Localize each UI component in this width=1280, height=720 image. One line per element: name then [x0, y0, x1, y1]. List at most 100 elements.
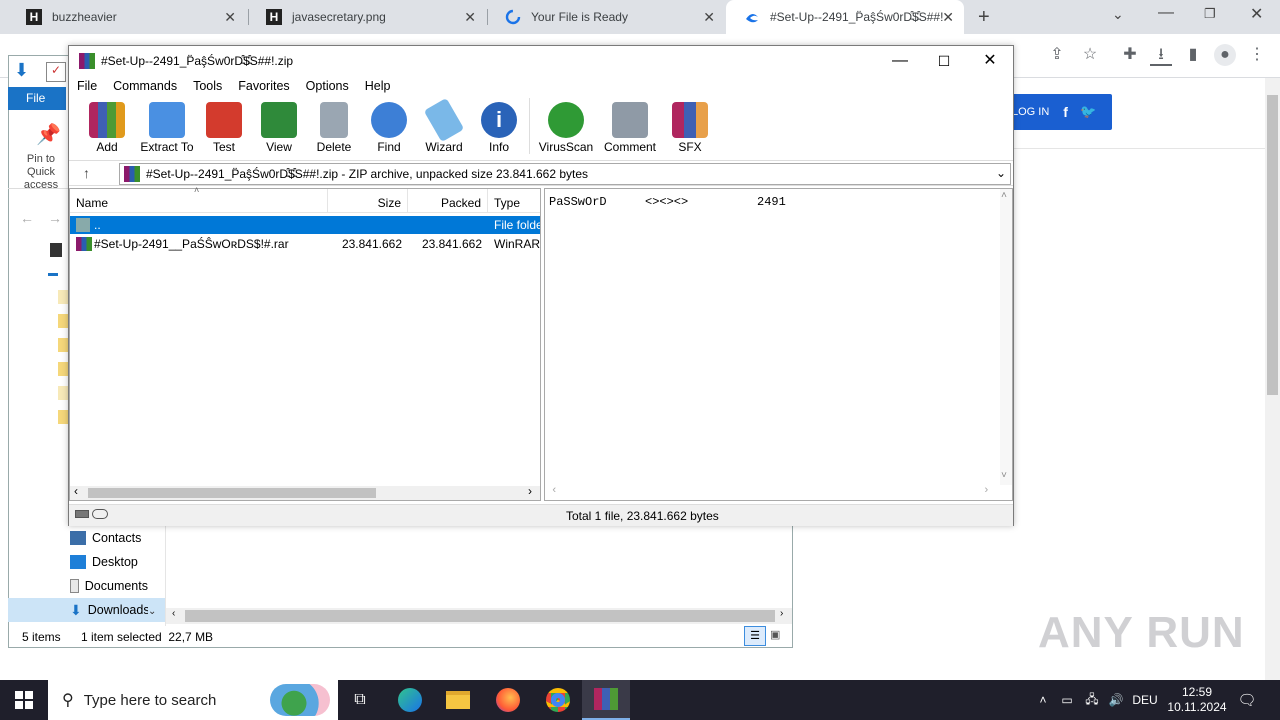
column-size[interactable]: Size: [328, 189, 408, 213]
scroll-left-icon[interactable]: ‹: [172, 608, 175, 619]
network-icon[interactable]: 🖧: [1082, 680, 1102, 720]
info-button[interactable]: i Info: [466, 98, 532, 158]
pin-to-quick-access[interactable]: Pin to Quick access: [14, 153, 68, 192]
restore-button[interactable]: ❐: [1204, 6, 1216, 22]
scroll-up-icon[interactable]: ˄: [1001, 191, 1007, 202]
input-language[interactable]: DEU: [1130, 680, 1160, 720]
nav-item-documents[interactable]: Documents: [70, 574, 148, 598]
page-scrollbar-thumb[interactable]: [1267, 95, 1278, 395]
scroll-left-icon[interactable]: ‹: [551, 485, 558, 497]
tab-search-chevron-icon[interactable]: ⌄: [1112, 6, 1124, 23]
clock-date: 10.11.2024: [1167, 700, 1227, 714]
status-total: Total 1 file, 23.841.662 bytes: [566, 509, 719, 523]
downloads-icon[interactable]: ⭳: [1150, 44, 1172, 66]
taskbar-clock[interactable]: 12:59 10.11.2024: [1164, 680, 1230, 720]
file-row-parent[interactable]: .. File folder: [70, 216, 540, 234]
login-button[interactable]: LOG IN f 🐦: [1002, 94, 1112, 130]
menu-commands[interactable]: Commands: [105, 79, 185, 93]
browser-tab-1[interactable]: H buzzheavier ✕: [8, 0, 246, 34]
forward-arrow-icon[interactable]: →: [48, 210, 62, 226]
toolbar-separator: [529, 98, 530, 154]
browser-tab-3[interactable]: Your File is Ready ✕: [487, 0, 725, 34]
tray-chevron-icon[interactable]: ˄: [1034, 680, 1052, 720]
minimize-button[interactable]: —: [1158, 4, 1174, 22]
ribbon-file-tab[interactable]: File: [8, 87, 66, 110]
new-tab-button[interactable]: +: [978, 6, 990, 29]
film-icon: [50, 243, 62, 257]
twitter-icon[interactable]: 🐦: [1080, 104, 1096, 120]
tab-close-icon[interactable]: ✕: [224, 9, 236, 26]
nav-item-downloads[interactable]: ⬇ Downloads: [70, 598, 148, 622]
menu-options[interactable]: Options: [298, 79, 357, 93]
file-row-rar[interactable]: #Set-Up-2491__PaŚŜwOʀDS$!#.rar 23.841.66…: [70, 235, 540, 253]
tab-close-icon[interactable]: ✕: [464, 9, 476, 26]
add-button[interactable]: Add: [74, 98, 140, 158]
profile-avatar-icon[interactable]: ●: [1214, 44, 1236, 66]
back-arrow-icon[interactable]: ←: [20, 210, 34, 226]
menu-favorites[interactable]: Favorites: [230, 79, 297, 93]
extensions-puzzle-icon[interactable]: ✚: [1119, 44, 1141, 66]
firefox-taskbar-icon[interactable]: [484, 680, 532, 720]
scroll-right-icon[interactable]: ›: [780, 608, 783, 619]
list-hscroll-thumb[interactable]: [88, 488, 376, 498]
menu-tools[interactable]: Tools: [185, 79, 230, 93]
column-type[interactable]: Type: [488, 189, 540, 213]
explorer-hscroll-thumb[interactable]: [185, 610, 775, 622]
comment-hscroll[interactable]: [545, 486, 1012, 500]
nav-item-contacts[interactable]: Contacts: [70, 526, 141, 550]
details-view-icon[interactable]: ☰: [744, 626, 766, 646]
file-name: #Set-Up-2491__PaŚŜwOʀDS$!#.rar: [94, 237, 289, 251]
nav-scroll-down-icon[interactable]: ⌄: [148, 606, 156, 617]
archive-path-field[interactable]: #Set-Up--2491_P̈aş̂Św0rD̵͒$̵͒S##!.zip - …: [119, 163, 1011, 185]
bookmark-star-icon[interactable]: ☆: [1079, 44, 1101, 66]
loading-spinner-icon: [505, 9, 521, 25]
task-view-icon[interactable]: ⧉: [336, 680, 384, 720]
info-icon: i: [481, 102, 517, 138]
folder-icon: [58, 410, 68, 424]
side-panel-icon[interactable]: ▮: [1182, 44, 1204, 66]
menu-help[interactable]: Help: [357, 79, 399, 93]
winrar-minimize-button[interactable]: —: [877, 46, 923, 76]
tiles-view-icon[interactable]: ▣: [770, 628, 780, 641]
scroll-right-icon[interactable]: ›: [528, 484, 532, 498]
scroll-down-icon[interactable]: ˅: [1001, 471, 1007, 482]
tab-close-icon[interactable]: ✕: [703, 9, 715, 26]
winrar-close-button[interactable]: ✕: [967, 46, 1013, 76]
menu-file[interactable]: File: [69, 79, 105, 93]
comment-vscroll[interactable]: [1000, 189, 1012, 485]
chrome-menu-icon[interactable]: ⋮: [1246, 44, 1268, 66]
notifications-icon[interactable]: 🗨: [1236, 680, 1258, 720]
winrar-taskbar-icon[interactable]: [582, 680, 630, 720]
tab-title: Your File is Ready: [531, 10, 628, 24]
column-packed[interactable]: Packed: [408, 189, 488, 213]
browser-tab-4[interactable]: #Set-Up--2491_P̈aş̂Św0rD̵͒$̵͒S##! ✕: [726, 0, 964, 34]
path-dropdown-icon[interactable]: ⌄: [996, 166, 1006, 180]
comment-button[interactable]: Comment: [597, 98, 663, 158]
winrar-maximize-button[interactable]: ☐: [921, 46, 967, 76]
tool-label: Comment: [603, 140, 656, 154]
scroll-right-icon[interactable]: ›: [983, 485, 990, 497]
close-button[interactable]: ✕: [1250, 4, 1263, 24]
browser-tab-2[interactable]: H javasecretary.png ✕: [248, 0, 486, 34]
nav-label: Documents: [84, 579, 148, 593]
file-explorer-taskbar-icon[interactable]: [434, 680, 482, 720]
taskbar-search-box[interactable]: ⚲ Type here to search: [48, 680, 338, 720]
volume-icon[interactable]: 🔊: [1106, 680, 1126, 720]
edge-taskbar-icon[interactable]: [386, 680, 434, 720]
up-arrow-icon[interactable]: ↑: [83, 165, 90, 181]
tool-label: Delete: [316, 140, 352, 154]
virusscan-button[interactable]: VirusScan: [533, 98, 599, 158]
nav-item-desktop[interactable]: Desktop: [70, 550, 138, 574]
start-button[interactable]: [0, 680, 48, 720]
test-clipboard-icon: [206, 102, 242, 138]
search-highlight-icon: [270, 684, 330, 716]
sfx-button[interactable]: SFX: [657, 98, 723, 158]
sfx-box-icon: [672, 102, 708, 138]
facebook-icon[interactable]: f: [1063, 104, 1068, 120]
scroll-left-icon[interactable]: ‹: [74, 484, 78, 498]
chrome-taskbar-icon[interactable]: [534, 680, 582, 720]
share-icon[interactable]: ⇪: [1046, 44, 1068, 66]
view-book-icon: [261, 102, 297, 138]
meet-now-icon[interactable]: ▭: [1058, 680, 1076, 720]
tab-close-icon[interactable]: ✕: [942, 9, 954, 26]
